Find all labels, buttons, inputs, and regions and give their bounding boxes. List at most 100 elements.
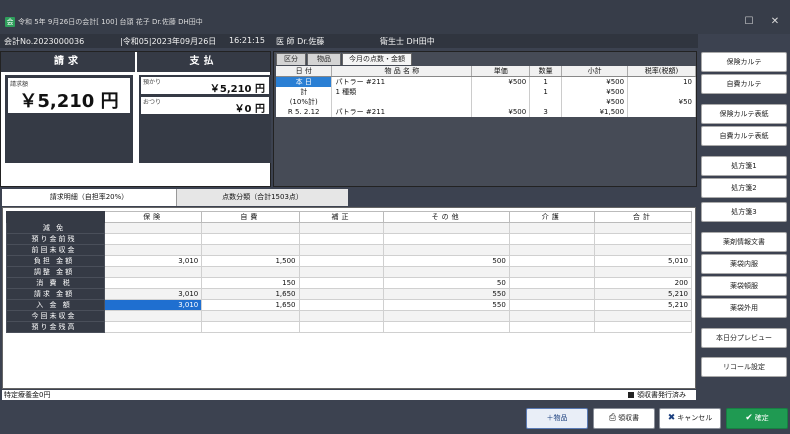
recall-settings-button[interactable]: リコール設定: [701, 357, 787, 377]
confirm-button-label: 確定: [754, 414, 769, 422]
tab-items[interactable]: 物品: [307, 53, 341, 65]
cell-quantity: 1: [529, 87, 563, 97]
cell-date: (10%計): [276, 97, 333, 107]
table-row: 負担 金額 3,010 1,500 500 5,010: [6, 255, 693, 267]
cell-item-name: 1 種類: [331, 87, 473, 97]
table-row[interactable]: 計 1 種類 1 ¥500: [276, 87, 696, 97]
drug-info-button[interactable]: 薬剤情報文書: [701, 232, 787, 252]
app-icon: 会: [5, 17, 15, 27]
add-item-button[interactable]: ＋物品: [526, 408, 588, 429]
window-title: 令和 5年 9月26日の会計[ 100] 台頭 花子 Dr.佐藤 DH田中: [18, 18, 203, 26]
cell-quantity: [529, 97, 563, 107]
row-label: 調整 金額: [6, 266, 105, 278]
detail-cell: 550: [383, 299, 510, 311]
col-insurance: 保険: [103, 211, 203, 223]
col-care: 介護: [508, 211, 595, 223]
detail-cell: [298, 321, 385, 333]
detail-cell: 200: [593, 277, 693, 289]
hygienist-name: 衛生士 DH田中: [380, 37, 435, 46]
detail-cell: [593, 233, 693, 245]
detail-cell: [383, 233, 510, 245]
medicine-bag-external-button[interactable]: 薬袋外用: [701, 298, 787, 318]
prescription-2-button[interactable]: 処方箋2: [701, 178, 787, 198]
row-label: 預り金前残: [6, 233, 105, 245]
detail-header-row: 保険 自費 補正 その他 介護 合計: [6, 211, 693, 223]
prescription-3-button[interactable]: 処方箋3: [701, 202, 787, 222]
account-number: 会計No.2023000036: [4, 37, 85, 46]
claim-header: 請求: [1, 52, 135, 72]
cell-tax: [627, 87, 696, 97]
today-preview-button[interactable]: 本日分プレビュー: [701, 328, 787, 348]
status-bar: 特定療養金0円 領収書発行済み: [2, 390, 696, 400]
detail-cell: [103, 321, 203, 333]
detail-cell: [593, 321, 693, 333]
cell-date: 本 日: [276, 76, 333, 87]
table-row[interactable]: 本 日 パトラー #211 ¥500 1 ¥500 10: [276, 76, 696, 87]
row-label: 請求 金額: [6, 288, 105, 300]
detail-cell: 550: [383, 288, 510, 300]
cell-quantity: 1: [529, 76, 563, 87]
detail-cell: [201, 310, 300, 322]
detail-cell: [201, 222, 300, 234]
payment-box: 預かり ￥5,210 円 おつり ￥0 円: [139, 75, 271, 163]
billing-detail-panel: 保険 自費 補正 その他 介護 合計 減 免預り金前残 前回未収金 負担 金額 3,0…: [2, 207, 696, 389]
doctor-name: 医 師 Dr.佐藤: [276, 37, 325, 46]
medicine-bag-asneeded-button[interactable]: 薬袋頓服: [701, 276, 787, 296]
col-total: 合計: [593, 211, 693, 223]
receipt-issued-label: 領収書発行済み: [637, 391, 686, 399]
close-icon[interactable]: ✕: [767, 14, 783, 30]
check-icon: ✔: [745, 413, 753, 423]
detail-cell: [201, 244, 300, 256]
claim-amount-field: 請求額 ￥5,210 円: [8, 78, 130, 113]
table-row: 前回未収金: [6, 244, 693, 256]
account-time: 16:21:15: [229, 36, 265, 45]
detail-cell: [298, 244, 385, 256]
detail-cell: [298, 255, 385, 267]
cell-unit-price: ¥500: [471, 107, 531, 117]
tab-point-classification[interactable]: 点数分類（合計1503点）: [176, 189, 348, 206]
cell-item-name: パトラー #211: [331, 107, 473, 117]
insurance-chart-button[interactable]: 保険カルテ: [701, 52, 787, 72]
cell-item-name: パトラー #211: [331, 76, 473, 87]
receipt-button[interactable]: ⎙ 領収書: [593, 408, 655, 429]
detail-cell: 1,650: [201, 288, 300, 300]
info-bar: 会計No.2023000036 |令和05|2023年09月26日 16:21:…: [0, 34, 698, 48]
items-table: 日 付 物 品 名 称 単価 数量 小計 税率(税額) 本 日 パトラー #21…: [276, 66, 696, 117]
detail-cell: [383, 244, 510, 256]
prescription-1-button[interactable]: 処方箋1: [701, 156, 787, 176]
confirm-button[interactable]: ✔ 確定: [726, 408, 788, 429]
detail-cell: [383, 310, 510, 322]
maximize-icon[interactable]: ☐: [741, 14, 757, 30]
table-row[interactable]: (10%計) ¥500 ¥50: [276, 97, 696, 107]
detail-cell[interactable]: 3,010: [103, 299, 203, 311]
insurance-chart-cover-button[interactable]: 保険カルテ表紙: [701, 104, 787, 124]
payment-header: 支払: [137, 52, 270, 72]
detail-cell: 5,210: [593, 299, 693, 311]
cell-subtotal: ¥500: [561, 97, 629, 107]
cancel-button[interactable]: ✖ キャンセル: [659, 408, 721, 429]
receipt-issued-checkbox[interactable]: 領収書発行済み: [628, 390, 686, 400]
private-chart-button[interactable]: 自費カルテ: [701, 74, 787, 94]
col-tax-rate: 税率(税額): [627, 66, 696, 77]
table-row[interactable]: R 5. 2.12 パトラー #211 ¥500 3 ¥1,500: [276, 107, 696, 117]
detail-cell: 50: [383, 277, 510, 289]
tab-monthly-totals[interactable]: 今月の点数・金額: [342, 53, 412, 65]
detail-cell: [508, 266, 595, 278]
private-chart-cover-button[interactable]: 自費カルテ表紙: [701, 126, 787, 146]
row-label: 負担 金額: [6, 255, 105, 267]
tab-billing-details[interactable]: 請求明細（自担率20%）: [2, 189, 176, 206]
detail-cell: [508, 288, 595, 300]
special-treatment-fee: 特定療養金0円: [4, 391, 51, 399]
claim-amount: ￥5,210 円: [19, 91, 119, 112]
received-field[interactable]: 預かり ￥5,210 円: [141, 77, 269, 95]
col-adjustment: 補正: [298, 211, 385, 223]
change-label: おつり: [143, 99, 162, 106]
detail-cell: [593, 222, 693, 234]
cell-subtotal: ¥500: [561, 87, 629, 97]
medicine-bag-internal-button[interactable]: 薬袋内服: [701, 254, 787, 274]
checkbox-icon: [628, 392, 634, 398]
tab-category[interactable]: 区分: [276, 53, 306, 65]
x-icon: ✖: [667, 413, 676, 423]
detail-cell: [201, 266, 300, 278]
detail-cell: [508, 255, 595, 267]
